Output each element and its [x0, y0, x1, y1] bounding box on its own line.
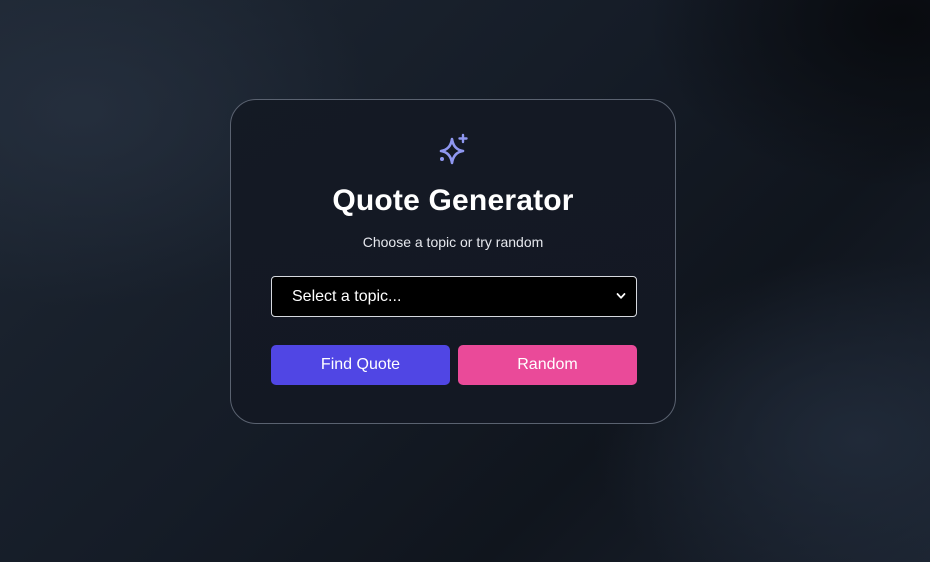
find-quote-button[interactable]: Find Quote: [271, 345, 450, 385]
page-subtitle: Choose a topic or try random: [362, 234, 544, 250]
chevron-down-icon: [616, 293, 626, 299]
page-title: Quote Generator: [332, 184, 574, 217]
random-button[interactable]: Random: [458, 345, 637, 385]
topic-select-value: Select a topic...: [292, 288, 402, 305]
sparkle-icon: [439, 133, 468, 165]
topic-select[interactable]: Select a topic...: [271, 276, 637, 317]
quote-generator-card: Quote Generator Choose a topic or try ra…: [230, 99, 676, 424]
